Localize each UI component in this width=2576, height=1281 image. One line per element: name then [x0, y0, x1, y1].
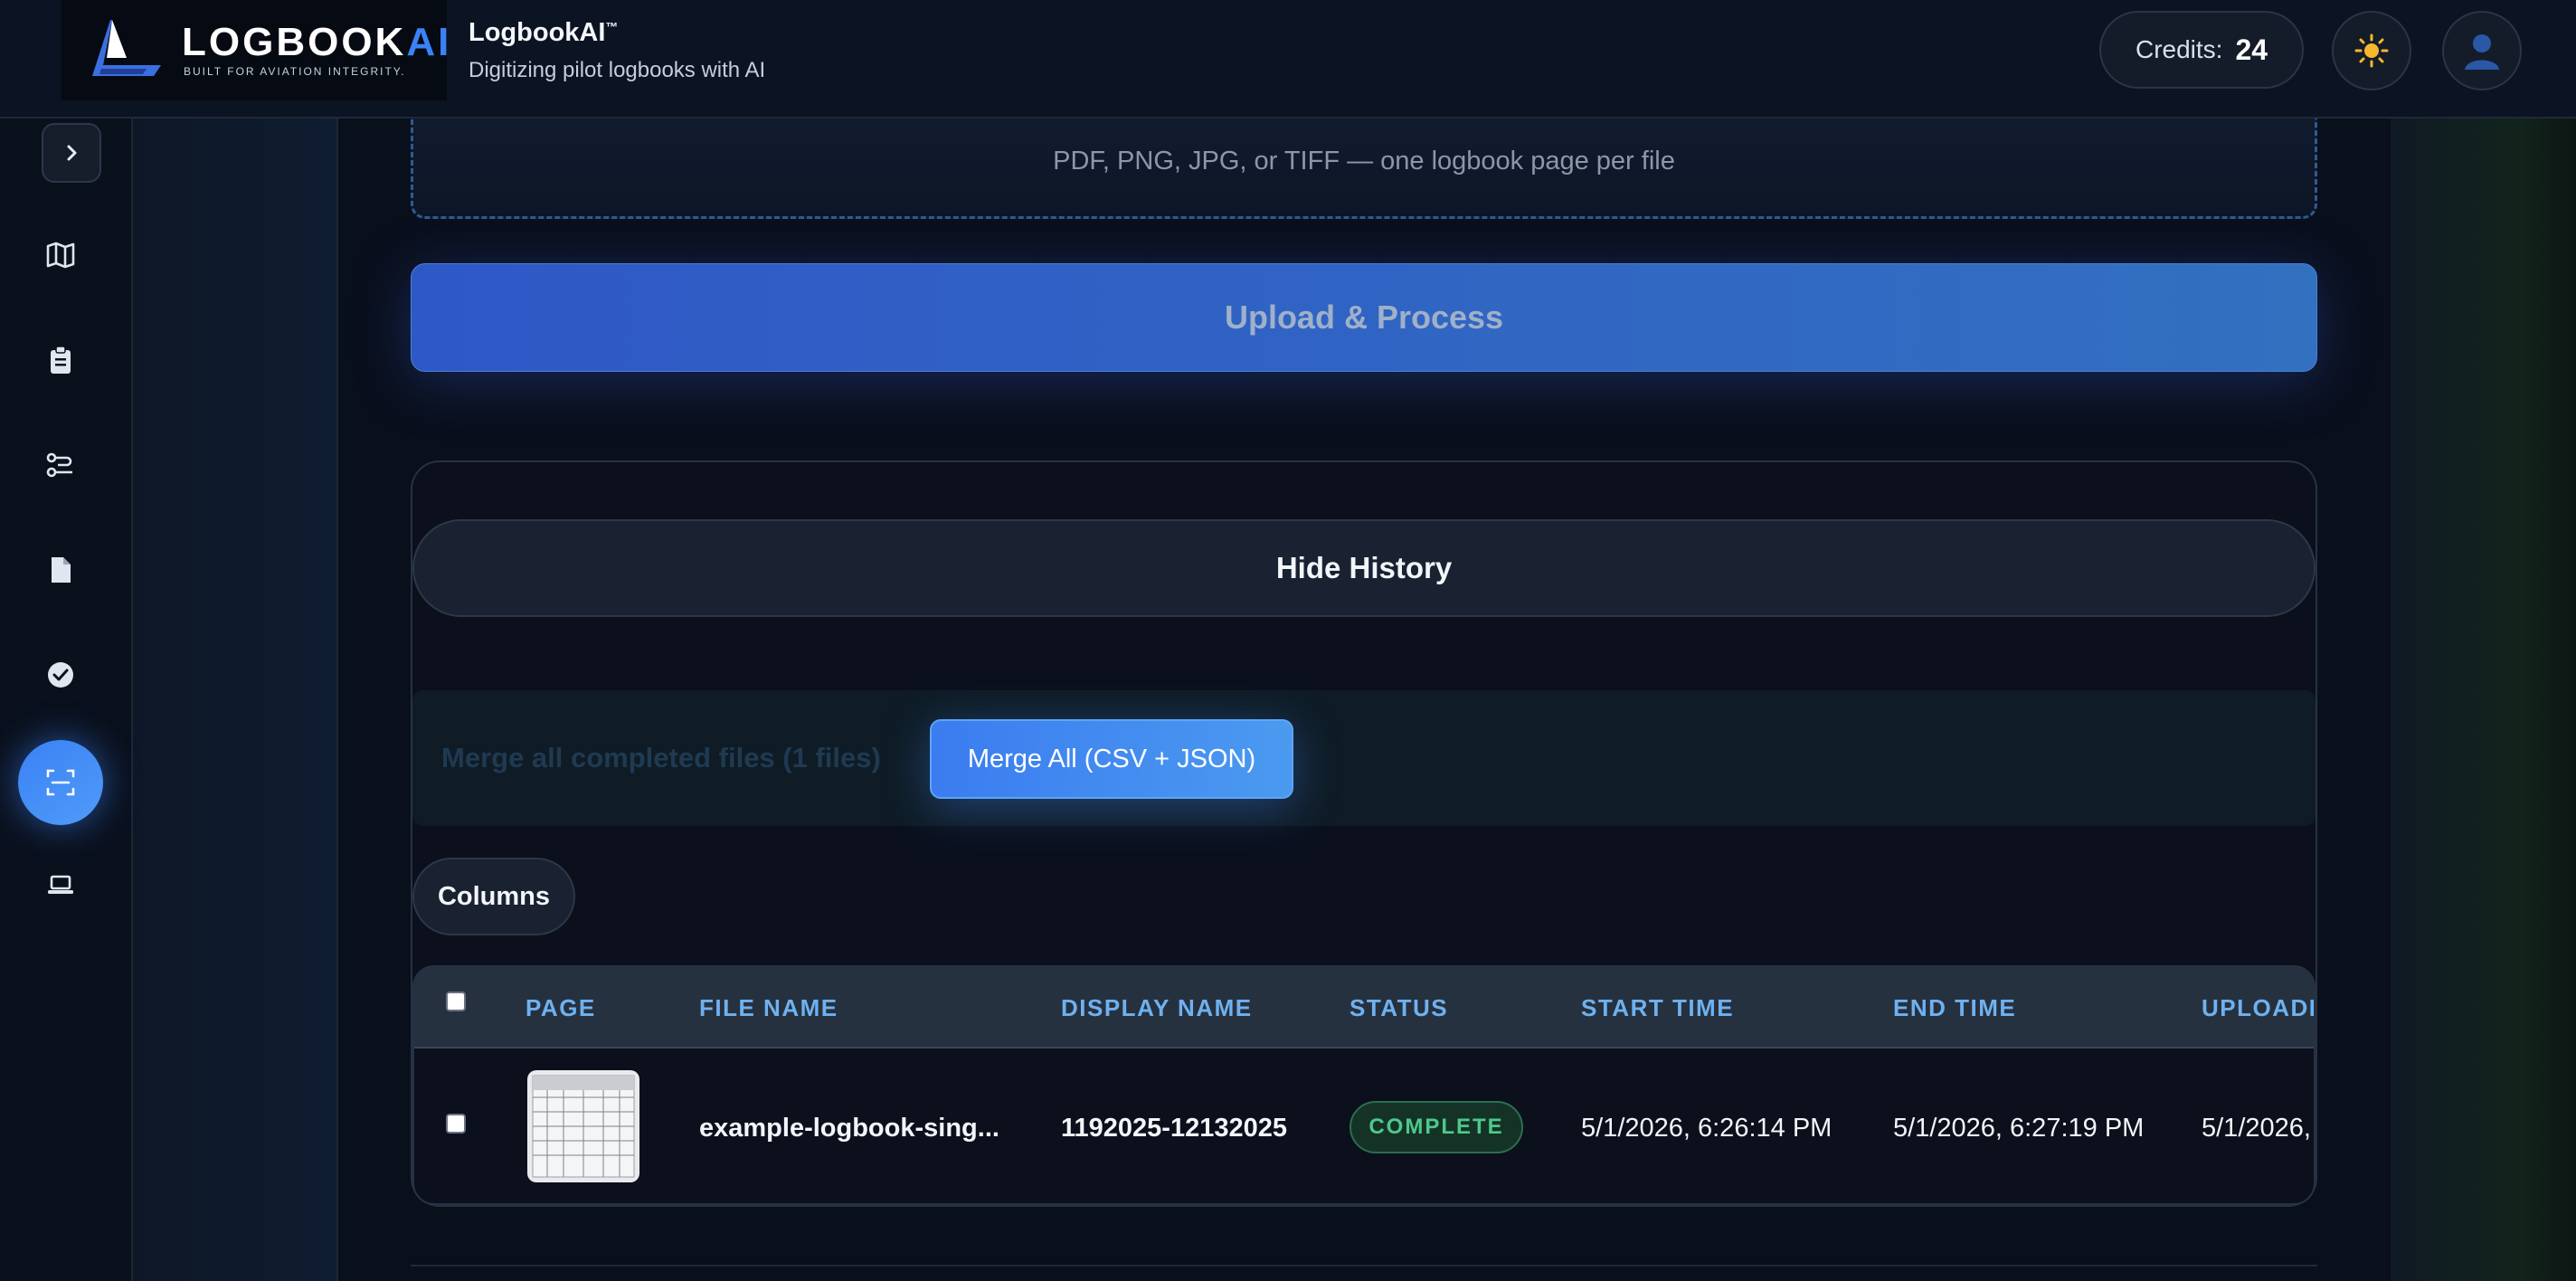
- uploaded-cell: 5/1/2026,: [2202, 1114, 2311, 1143]
- logo-wordmark: LOGBOOKAI: [182, 20, 452, 64]
- page-thumbnail[interactable]: [527, 1070, 639, 1182]
- column-header-uploaded[interactable]: UPLOADE: [2202, 994, 2314, 1022]
- check-circle-icon: [48, 662, 73, 688]
- status-badge: COMPLETE: [1350, 1101, 1523, 1153]
- column-header-page[interactable]: PAGE: [526, 994, 596, 1022]
- laptop-icon: [48, 875, 73, 894]
- right-backdrop: [2391, 119, 2576, 1281]
- table-header-row: PAGE FILE NAME DISPLAY NAME STATUS START…: [414, 967, 2314, 1049]
- merge-description: Merge all completed files (1 files): [441, 742, 881, 773]
- section-divider: [411, 1265, 2317, 1267]
- column-header-start-time[interactable]: START TIME: [1581, 994, 1734, 1022]
- sidebar-item-logbook[interactable]: [33, 333, 88, 387]
- select-all-checkbox[interactable]: [446, 992, 466, 1011]
- credits-value: 24: [2235, 33, 2268, 66]
- end-time-cell: 5/1/2026, 6:27:19 PM: [1893, 1114, 2145, 1143]
- file-name-cell[interactable]: example-logbook-sing...: [699, 1114, 999, 1143]
- credits-badge[interactable]: Credits: 24: [2099, 11, 2304, 89]
- document-icon: [52, 557, 71, 583]
- left-backdrop: [133, 119, 336, 1281]
- logbook-page-image: [532, 1075, 635, 1178]
- sidebar: [0, 119, 133, 1281]
- column-header-end-time[interactable]: END TIME: [1893, 994, 2016, 1022]
- chevron-right-icon: [67, 145, 77, 161]
- theme-toggle-button[interactable]: [2332, 11, 2411, 90]
- columns-button[interactable]: Columns: [412, 858, 575, 935]
- hide-history-button[interactable]: Hide History: [412, 519, 2316, 617]
- column-header-status[interactable]: STATUS: [1350, 994, 1448, 1022]
- sidebar-item-verified[interactable]: [33, 648, 88, 702]
- history-table: PAGE FILE NAME DISPLAY NAME STATUS START…: [412, 965, 2316, 1205]
- sidebar-item-map[interactable]: [33, 228, 88, 282]
- sidebar-item-devices[interactable]: [33, 858, 88, 912]
- user-icon: [2465, 34, 2499, 70]
- column-header-file-name[interactable]: FILE NAME: [699, 994, 838, 1022]
- top-header: LOGBOOKAI BUILT FOR AVIATION INTEGRITY. …: [0, 0, 2576, 119]
- logo-tagline: BUILT FOR AVIATION INTEGRITY.: [184, 65, 406, 78]
- sidebar-item-routes[interactable]: [33, 438, 88, 492]
- route-icon: [46, 452, 72, 478]
- row-checkbox[interactable]: [446, 1114, 466, 1134]
- supported-formats-text: PDF, PNG, JPG, or TIFF — one logbook pag…: [1053, 147, 1675, 176]
- display-name-cell[interactable]: 1192025-12132025: [1061, 1114, 1287, 1143]
- app-title: LogbookAI™: [469, 18, 619, 47]
- profile-button[interactable]: [2442, 11, 2522, 90]
- sidebar-expand-button[interactable]: [42, 123, 101, 183]
- scan-icon: [46, 769, 75, 796]
- upload-process-button[interactable]: Upload & Process: [411, 263, 2317, 372]
- column-header-display-name[interactable]: DISPLAY NAME: [1061, 994, 1253, 1022]
- sidebar-item-documents[interactable]: [33, 543, 88, 597]
- sun-icon: [2354, 33, 2389, 68]
- logo[interactable]: LOGBOOKAI BUILT FOR AVIATION INTEGRITY.: [62, 0, 449, 100]
- map-icon: [46, 242, 75, 269]
- app-subtitle: Digitizing pilot logbooks with AI: [469, 58, 766, 82]
- logo-mark-icon: [92, 20, 161, 76]
- clipboard-icon: [51, 346, 71, 374]
- start-time-cell: 5/1/2026, 6:26:14 PM: [1581, 1114, 1833, 1143]
- sidebar-item-scan[interactable]: [18, 740, 103, 825]
- credits-label: Credits:: [2135, 35, 2223, 63]
- merge-all-button[interactable]: Merge All (CSV + JSON): [930, 719, 1293, 799]
